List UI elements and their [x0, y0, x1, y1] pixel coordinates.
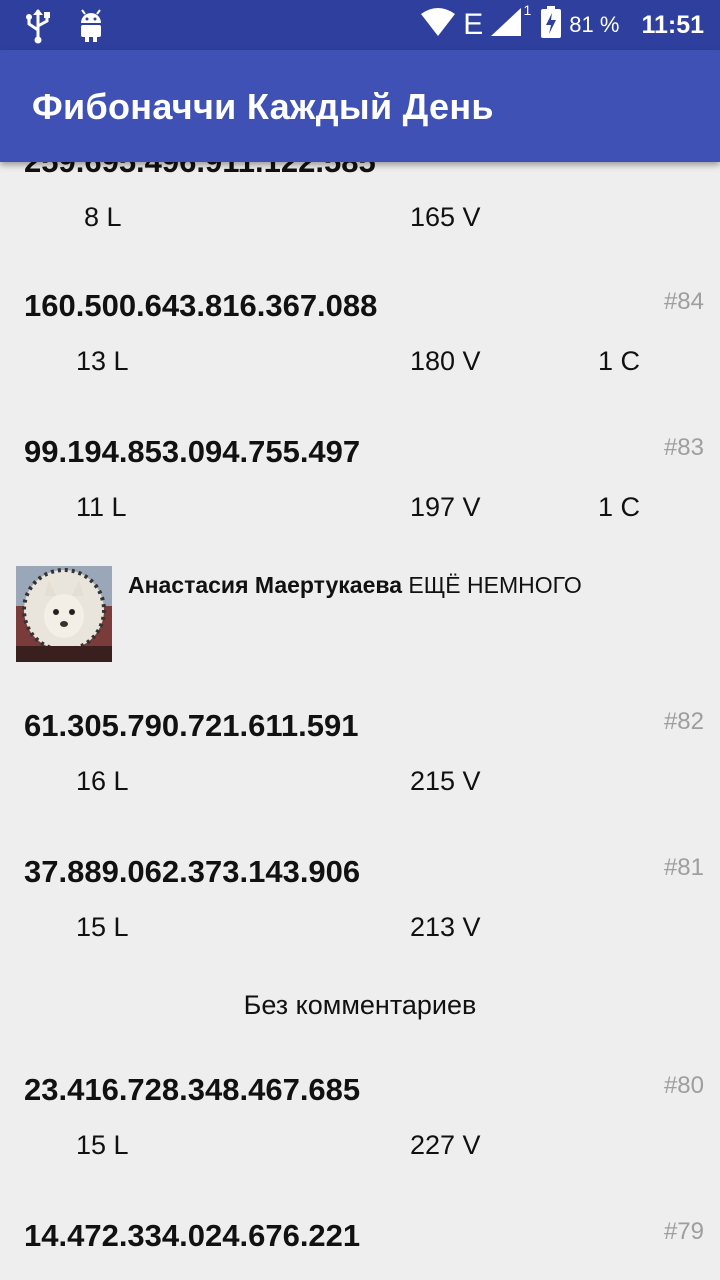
likes-count: 15 L: [76, 1130, 129, 1160]
fibonacci-number: 37.889.062.373.143.906: [24, 854, 361, 889]
list-item[interactable]: 23.416.728.348.467.685 #80 15 L 227 V: [0, 1064, 720, 1194]
entry-index: #83: [663, 434, 704, 461]
likes-count: 8 L: [84, 202, 122, 232]
comment-author: Анастасия Маертукаева: [128, 572, 403, 598]
clock: 11:51: [641, 10, 704, 39]
fibonacci-number: 14.472.334.024.676.221: [24, 1218, 361, 1253]
fibonacci-number: 99.194.853.094.755.497: [24, 434, 361, 469]
comments-count: 1 C: [598, 492, 641, 522]
no-comments-label: Без комментариев: [243, 990, 477, 1020]
list-item[interactable]: 99.194.853.094.755.497 #83 11 L 197 V 1 …: [0, 426, 720, 546]
entry-index: #79: [663, 1218, 704, 1245]
comment-body: ЕЩЁ НЕМНОГО: [408, 572, 582, 598]
fibonacci-number: 61.305.790.721.611.591: [24, 708, 359, 743]
views-count: 215 V: [410, 766, 481, 796]
entry-index: #82: [663, 708, 704, 735]
notification-icons: [22, 8, 104, 49]
comment-text: Анастасия Маертукаева ЕЩЁ НЕМНОГО: [128, 572, 582, 599]
android-icon: [78, 8, 104, 49]
list-item[interactable]: 160.500.643.816.367.088 #84 13 L 180 V 1…: [0, 280, 720, 410]
views-count: 227 V: [410, 1130, 481, 1160]
battery-icon: [541, 6, 562, 44]
fibonacci-number: 23.416.728.348.467.685: [24, 1072, 361, 1107]
comment-item[interactable]: Анастасия Маертукаева ЕЩЁ НЕМНОГО: [0, 566, 720, 666]
views-count: 165 V: [410, 202, 481, 232]
list-item[interactable]: 61.305.790.721.611.591 #82 16 L 215 V: [0, 700, 720, 830]
fibonacci-list[interactable]: 259.695.496.911.122.585 8 L 165 V 160.50…: [0, 162, 720, 1280]
app-title: Фибоначчи Каждый День: [32, 86, 494, 127]
list-item[interactable]: 14.472.334.024.676.221 #79: [0, 1210, 720, 1280]
likes-count: 15 L: [76, 912, 129, 942]
signal-icon: 1: [491, 2, 531, 42]
views-count: 213 V: [410, 912, 481, 942]
fibonacci-number: 160.500.643.816.367.088: [24, 288, 378, 323]
likes-count: 13 L: [76, 346, 129, 376]
avatar[interactable]: [16, 566, 112, 662]
system-icons: E 1 81 % 11:51: [421, 0, 704, 50]
usb-icon: [22, 8, 54, 49]
likes-count: 11 L: [76, 492, 127, 522]
comments-count: 1 C: [598, 346, 641, 376]
signal-sub: 1: [523, 2, 532, 18]
views-count: 197 V: [410, 492, 481, 522]
wifi-icon: [421, 8, 456, 42]
entry-index: #80: [663, 1072, 704, 1099]
list-item[interactable]: 259.695.496.911.122.585 8 L 165 V: [0, 162, 720, 272]
status-bar: E 1 81 % 11:51: [0, 0, 720, 50]
app-bar: Фибоначчи Каждый День: [0, 50, 720, 162]
fibonacci-number: 259.695.496.911.122.585: [24, 162, 376, 180]
list-item[interactable]: 37.889.062.373.143.906 #81 15 L 213 V: [0, 846, 720, 966]
network-type: E: [463, 8, 484, 41]
entry-index: #84: [663, 288, 704, 315]
entry-index: #81: [663, 854, 704, 881]
views-count: 180 V: [410, 346, 481, 376]
battery-percent: 81 %: [569, 12, 620, 37]
likes-count: 16 L: [76, 766, 129, 796]
